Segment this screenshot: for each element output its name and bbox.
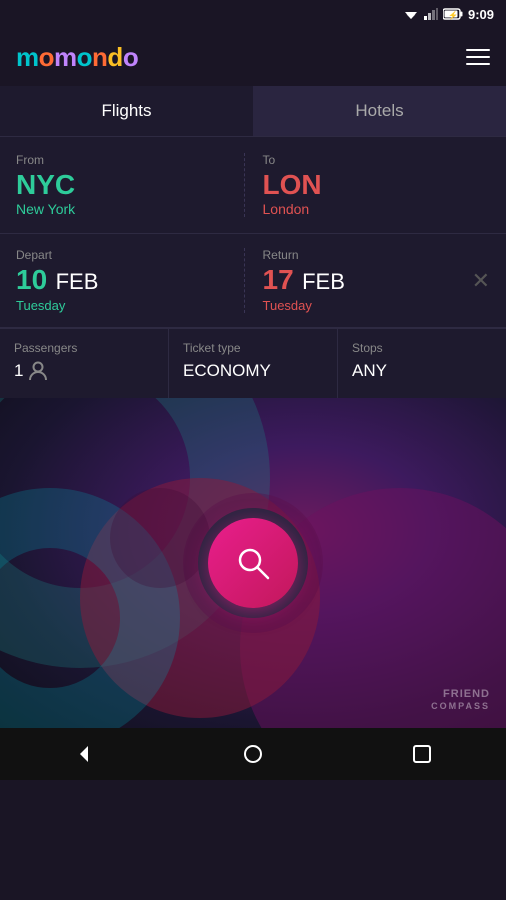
to-col[interactable]: To LON London xyxy=(245,153,491,217)
home-button[interactable] xyxy=(239,740,267,768)
to-code: LON xyxy=(263,171,491,199)
search-button[interactable] xyxy=(208,518,298,608)
stops-col[interactable]: Stops ANY xyxy=(337,329,506,398)
dates-row: Depart 10 FEB Tuesday Return 17 FEB Tues… xyxy=(0,234,506,327)
return-col[interactable]: Return 17 FEB Tuesday xyxy=(245,248,491,313)
return-day: 17 xyxy=(263,264,294,295)
nav-bar xyxy=(0,728,506,780)
friend-compass-watermark: FRIEND COMPASS xyxy=(431,688,490,712)
options-row: Passengers 1 Ticket type ECONOMY Stops A… xyxy=(0,328,506,398)
ticket-type-label: Ticket type xyxy=(183,341,323,355)
return-weekday: Tuesday xyxy=(263,298,491,313)
return-date: 17 FEB xyxy=(263,264,491,296)
visual-area: FRIEND COMPASS xyxy=(0,398,506,728)
status-bar: ⚡ 9:09 xyxy=(0,0,506,28)
status-time: 9:09 xyxy=(468,7,494,22)
wifi-icon xyxy=(403,8,419,20)
app-header: momondo xyxy=(0,28,506,86)
stops-label: Stops xyxy=(352,341,492,355)
to-label: To xyxy=(263,153,491,167)
ticket-type-value: ECONOMY xyxy=(183,361,323,381)
person-icon xyxy=(29,361,47,381)
logo: momondo xyxy=(16,42,138,73)
search-button-wrapper xyxy=(198,508,308,618)
depart-col[interactable]: Depart 10 FEB Tuesday xyxy=(16,248,244,313)
tab-hotels[interactable]: Hotels xyxy=(253,86,506,136)
menu-button[interactable] xyxy=(466,49,490,65)
svg-text:⚡: ⚡ xyxy=(448,10,458,20)
ticket-type-col[interactable]: Ticket type ECONOMY xyxy=(168,329,337,398)
battery-icon: ⚡ xyxy=(443,8,463,20)
signal-icon xyxy=(424,8,438,20)
status-icons: ⚡ 9:09 xyxy=(403,7,494,22)
search-button-outer xyxy=(198,508,308,618)
tab-flights[interactable]: Flights xyxy=(0,86,253,136)
from-code: NYC xyxy=(16,171,244,199)
route-row: From NYC New York To LON London xyxy=(0,137,506,233)
from-city: New York xyxy=(16,201,244,217)
clear-return-button[interactable]: ✕ xyxy=(472,268,490,294)
tabs: Flights Hotels xyxy=(0,86,506,136)
from-label: From xyxy=(16,153,244,167)
passengers-col[interactable]: Passengers 1 xyxy=(0,329,168,398)
stops-value: ANY xyxy=(352,361,492,381)
recents-button[interactable] xyxy=(408,740,436,768)
search-icon xyxy=(234,544,272,582)
back-icon xyxy=(74,744,94,764)
flight-form: From NYC New York To LON London Depart 1… xyxy=(0,136,506,398)
recents-icon xyxy=(413,745,431,763)
passengers-label: Passengers xyxy=(14,341,154,355)
return-label: Return xyxy=(263,248,491,262)
from-col[interactable]: From NYC New York xyxy=(16,153,244,217)
depart-month: FEB xyxy=(56,269,99,294)
depart-day: 10 xyxy=(16,264,47,295)
depart-weekday: Tuesday xyxy=(16,298,244,313)
depart-label: Depart xyxy=(16,248,244,262)
back-button[interactable] xyxy=(70,740,98,768)
home-icon xyxy=(243,744,263,764)
return-month: FEB xyxy=(302,269,345,294)
passengers-value: 1 xyxy=(14,361,154,381)
to-city: London xyxy=(263,201,491,217)
depart-date: 10 FEB xyxy=(16,264,244,296)
